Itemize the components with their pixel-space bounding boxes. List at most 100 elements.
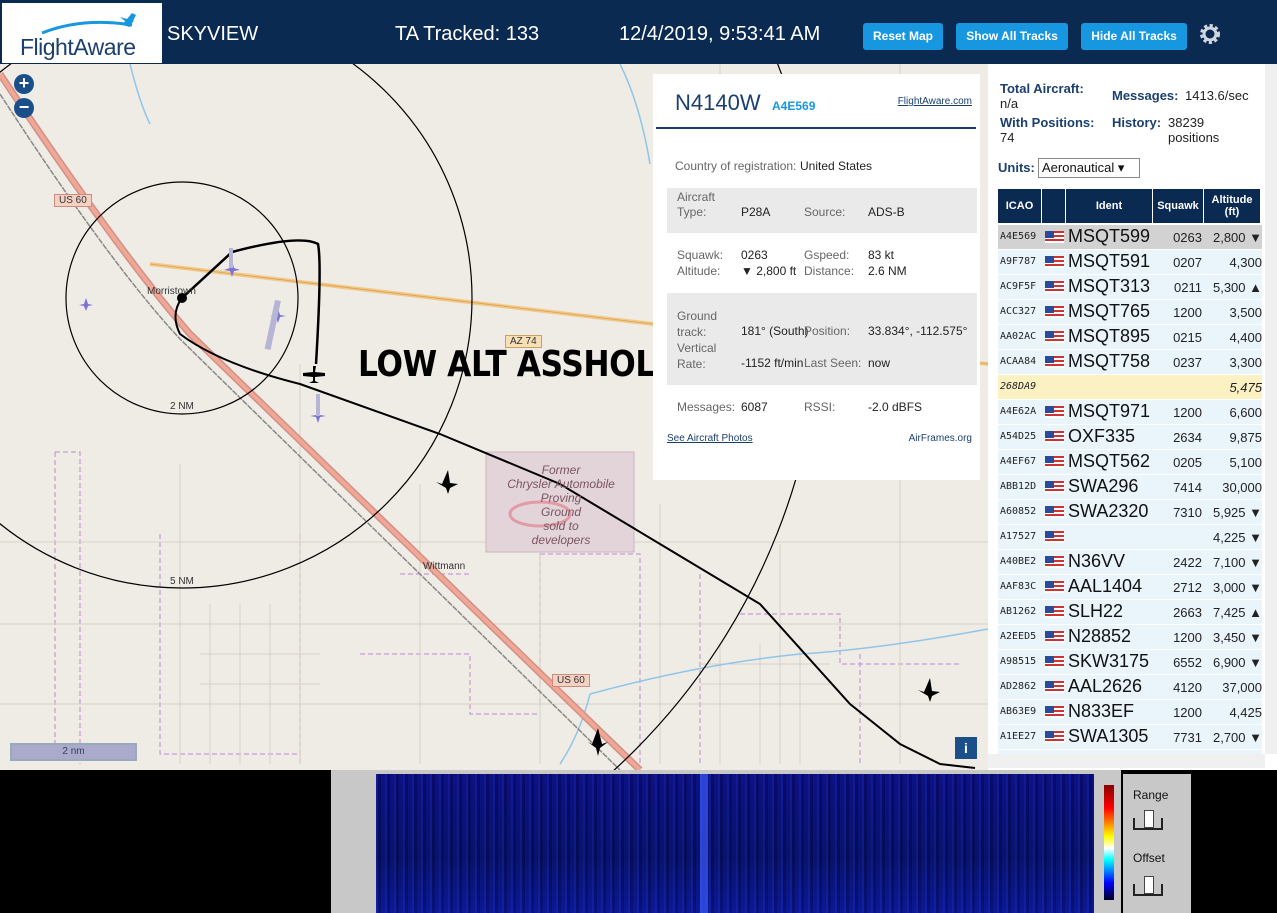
gspeed-label: Gspeed: (804, 248, 850, 262)
total-aircraft-value: n/a (1000, 96, 1019, 111)
hide-all-tracks-button[interactable]: Hide All Tracks (1081, 23, 1187, 50)
table-row[interactable]: A54D25 OXF335 2634 9,875 (998, 425, 1262, 450)
aircraft-photos-link[interactable]: See Aircraft Photos (667, 433, 753, 444)
offset-slider[interactable] (1133, 876, 1163, 896)
reset-map-button[interactable]: Reset Map (863, 23, 943, 50)
ring-label-5nm: 5 NM (170, 576, 194, 587)
sidebar-vertical-scrollbar[interactable] (1265, 64, 1277, 754)
row-ident: MSQT562 (1068, 451, 1151, 471)
with-positions-value: 74 (1000, 130, 1015, 145)
column-icao[interactable]: ICAO (998, 189, 1041, 223)
zoom-in-button[interactable]: + (14, 74, 34, 94)
history-label: History: (1112, 115, 1162, 130)
row-ident: AAL1404 (1068, 576, 1143, 596)
row-altitude: 4,425 (1229, 705, 1262, 720)
row-icao: 268DA9 (1000, 381, 1037, 392)
table-row[interactable]: AA02AC MSQT895 0215 4,400 (998, 325, 1262, 350)
color-scale-bar (1104, 785, 1114, 900)
row-icao: AD2862 (1000, 681, 1037, 692)
table-row[interactable]: AAF83C AAL1404 2712 3,000 ▼ (998, 575, 1262, 600)
info-button[interactable]: i (955, 737, 977, 759)
column-flag[interactable] (1042, 189, 1065, 223)
row-altitude: 7,425 ▲ (1212, 605, 1262, 620)
aircraft-type-label: Aircraft Type: (677, 190, 716, 219)
table-row[interactable]: ABB12D SWA296 7414 30,000 (998, 475, 1262, 500)
table-row[interactable]: ACC327 MSQT765 1200 3,500 (998, 300, 1262, 325)
place-wittmann: Wittmann (423, 561, 466, 572)
row-ident: MSQT765 (1068, 301, 1151, 321)
last-seen-value: now (868, 356, 891, 370)
row-ident: MSQT971 (1068, 401, 1151, 421)
table-row[interactable]: A2EED5 N28852 1200 3,450 ▼ (998, 625, 1262, 650)
row-icao: A2EED5 (1000, 631, 1037, 642)
zoom-out-button[interactable]: − (14, 98, 34, 118)
us-flag-icon (1045, 656, 1064, 668)
table-row[interactable]: ACAA84 MSQT758 0237 3,300 (998, 350, 1262, 375)
us-flag-icon (1045, 606, 1064, 618)
row-altitude: 4,300 (1229, 255, 1262, 270)
row-squawk: 1200 (1173, 405, 1202, 420)
spectrum-controls: Range Offset (1123, 774, 1191, 913)
row-squawk: 2712 (1173, 580, 1202, 595)
sidebar-horizontal-scrollbar[interactable] (988, 754, 1265, 768)
table-row[interactable]: A60852 SWA2320 7310 5,925 ▼ (998, 500, 1262, 525)
column-squawk[interactable]: Squawk (1153, 189, 1203, 223)
flightaware-link[interactable]: FlightAware.com (898, 96, 972, 107)
us-flag-icon (1045, 281, 1064, 293)
route-us60-label: US 60 (54, 194, 92, 207)
aircraft-detail-panel: N4140W A4E569 FlightAware.com Country of… (653, 74, 980, 480)
offset-slider-knob[interactable] (1144, 876, 1154, 894)
country-value: United States (800, 159, 873, 173)
row-altitude: 2,800 ▼ (1212, 230, 1262, 245)
row-altitude: 5,100 (1229, 455, 1262, 470)
show-all-tracks-button[interactable]: Show All Tracks (956, 23, 1068, 50)
table-row[interactable]: AB63E9 N833EF 1200 4,425 (998, 700, 1262, 725)
with-positions-label: With Positions: (1000, 115, 1095, 130)
table-row[interactable]: A40BE2 N36VV 2422 7,100 ▼ (998, 550, 1262, 575)
altitude-value: ▼ 2,800 ft (741, 264, 797, 278)
row-squawk: 2422 (1173, 555, 1202, 570)
table-row[interactable]: AD2862 AAL2626 4120 37,000 (998, 675, 1262, 700)
table-row[interactable]: A17527 4,225 ▼ (998, 525, 1262, 550)
messages-rate-label: Messages: (1112, 88, 1179, 103)
row-altitude: 5,300 ▲ (1212, 280, 1262, 295)
row-squawk: 0215 (1173, 330, 1202, 345)
row-ident: SWA296 (1068, 476, 1139, 496)
table-row[interactable]: A9F787 MSQT591 0207 4,300 (998, 250, 1262, 275)
range-slider-knob[interactable] (1144, 810, 1154, 828)
top-bar: FlightAware SKYVIEW TA Tracked: 133 12/4… (0, 0, 1277, 64)
flightaware-logo[interactable]: FlightAware (2, 3, 162, 63)
row-icao: A17527 (1000, 531, 1037, 542)
table-row[interactable]: A4EF67 MSQT562 0205 5,100 (998, 450, 1262, 475)
row-ident: MSQT599 (1068, 226, 1151, 246)
units-select[interactable]: Aeronautical ▾ (1038, 158, 1140, 178)
us-flag-icon (1045, 231, 1064, 243)
gear-icon[interactable] (1197, 21, 1223, 47)
aircraft-type-value: P28A (741, 205, 771, 219)
table-row[interactable]: A1EE27 SWA1305 7731 2,700 ▼ (998, 725, 1262, 750)
table-row[interactable]: AB1262 SLH22 2663 7,425 ▲ (998, 600, 1262, 625)
us-flag-icon (1045, 331, 1064, 343)
row-altitude: 37,000 (1222, 680, 1262, 695)
airframes-link[interactable]: AirFrames.org (909, 433, 972, 444)
us-flag-icon (1045, 306, 1064, 318)
table-row[interactable]: AC9F5F MSQT313 0211 5,300 ▲ (998, 275, 1262, 300)
table-row[interactable]: A4E569 MSQT599 0263 2,800 ▼ (998, 225, 1262, 250)
row-altitude: 3,300 (1229, 355, 1262, 370)
row-altitude: 5,925 ▼ (1212, 505, 1262, 520)
messages-value: 6087 (741, 400, 768, 414)
column-altitude[interactable]: Altitude (ft) (1204, 189, 1260, 223)
range-slider[interactable] (1133, 810, 1163, 830)
us-flag-icon (1045, 481, 1064, 493)
column-ident[interactable]: Ident (1066, 189, 1152, 223)
us-flag-icon (1045, 531, 1064, 543)
table-row[interactable]: 268DA9 5,475 (998, 375, 1262, 400)
place-former-proving-ground: Former Chrysler Automobile Proving Groun… (507, 463, 615, 547)
row-ident: SKW3175 (1068, 651, 1150, 671)
row-squawk: 0207 (1173, 255, 1202, 270)
table-row[interactable]: A98515 SKW3175 6552 6,900 ▼ (998, 650, 1262, 675)
us-flag-icon (1045, 706, 1064, 718)
route-us60-label-2: US 60 (552, 674, 590, 687)
us-flag-icon (1045, 631, 1064, 643)
table-row[interactable]: A4E62A MSQT971 1200 6,600 (998, 400, 1262, 425)
